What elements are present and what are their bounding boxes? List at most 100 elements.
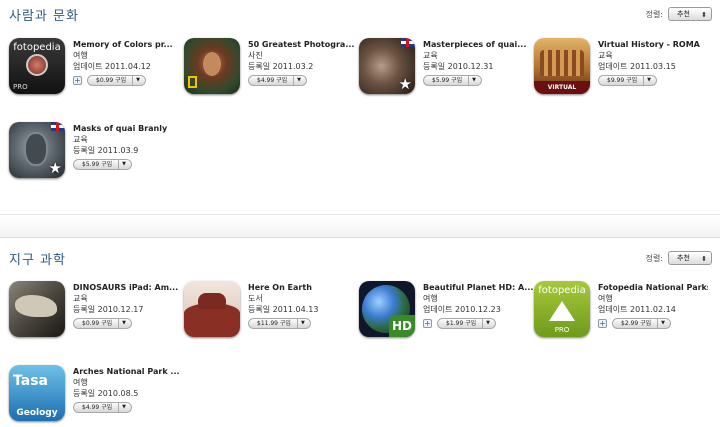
app-icon-mask[interactable]: ★	[9, 122, 65, 178]
app-icon-fotopedia-parks[interactable]: fotopedia PRO	[534, 281, 590, 337]
star-icon: ★	[48, 159, 62, 177]
app-icon-planet[interactable]: HD	[359, 281, 415, 337]
section-earth-science: 지구 과학 정렬: 추천 ⬍ DINOSAURS iPad: Am... 교육 …	[0, 244, 720, 427]
app-icon-fotopedia[interactable]: fotopedia PRO	[9, 38, 65, 94]
sort-value: 추천	[677, 254, 690, 262]
add-wishlist-icon[interactable]: +	[423, 318, 432, 328]
app-item[interactable]: 50 Greatest Photogra... 사진 등록일 2011.03.2…	[184, 38, 359, 108]
app-item[interactable]: fotopedia PRO Fotopedia National Parks 여…	[534, 281, 709, 351]
app-date: 업데이트 2010.12.23	[423, 305, 501, 314]
buy-dropdown-icon: ▼	[300, 319, 305, 326]
fotopedia-logo-text: fotopedia	[538, 285, 586, 296]
buy-button[interactable]: $9.99 구입 ▼	[598, 74, 657, 86]
app-info: Masterpieces of quai... 교육 등록일 2010.12.3…	[423, 39, 533, 86]
buy-button[interactable]: $11.99 구입 ▼	[248, 317, 311, 329]
app-item[interactable]: Here On Earth 도서 등록일 2011.04.13 $11.99 구…	[184, 281, 359, 351]
app-name[interactable]: DINOSAURS iPad: Am...	[73, 282, 183, 293]
app-category[interactable]: 교육	[598, 50, 708, 61]
face-icon	[203, 52, 221, 76]
app-name[interactable]: Beautiful Planet HD: A...	[423, 282, 533, 293]
buy-button[interactable]: $5.99 구입 ▼	[423, 74, 482, 86]
app-category[interactable]: 여행	[598, 293, 708, 304]
section-title: 지구 과학	[9, 253, 66, 268]
app-item[interactable]: ★ Masterpieces of quai... 교육 등록일 2010.12…	[359, 38, 534, 108]
app-item[interactable]: fotopedia PRO Memory of Colors pr... 여행 …	[9, 38, 184, 108]
app-info: Fotopedia National Parks 여행 업데이트 2011.02…	[598, 282, 708, 329]
app-name[interactable]: Virtual History - ROMA	[598, 39, 708, 50]
app-icon-sculpture[interactable]: ★	[359, 38, 415, 94]
app-name[interactable]: Memory of Colors pr...	[73, 39, 183, 50]
app-info: Memory of Colors pr... 여행 업데이트 2011.04.1…	[73, 39, 183, 86]
app-info: 50 Greatest Photogra... 사진 등록일 2011.03.2…	[248, 39, 358, 86]
buy-button[interactable]: $0.99 구입 ▼	[73, 317, 132, 329]
buy-dropdown-icon: ▼	[486, 319, 490, 326]
app-name[interactable]: Arches National Park ...	[73, 366, 183, 377]
app-category[interactable]: 여행	[73, 377, 183, 388]
buy-button[interactable]: $1.99 구입 ▼	[437, 317, 496, 329]
app-icon-colosseum[interactable]: VIRTUAL HISTORY	[534, 38, 590, 94]
buy-button[interactable]: $4.99 구입 ▼	[73, 401, 132, 413]
sort-label: 정렬:	[645, 253, 663, 263]
geology-label: Geology	[16, 408, 58, 418]
add-wishlist-icon[interactable]: +	[73, 75, 82, 85]
app-date: 등록일 2010.08.5	[73, 389, 139, 398]
app-icon-photo-portrait[interactable]	[184, 38, 240, 94]
app-category[interactable]: 도서	[248, 293, 358, 304]
app-item[interactable]: HD Beautiful Planet HD: A... 여행 업데이트 201…	[359, 281, 534, 351]
app-name[interactable]: Here On Earth	[248, 282, 358, 293]
app-name[interactable]: Masks of quai Branly	[73, 123, 183, 134]
figures-icon	[198, 293, 226, 309]
buy-dropdown-icon: ▼	[122, 403, 126, 410]
virtual-history-label: VIRTUAL HISTORY	[534, 81, 590, 94]
app-item[interactable]: DINOSAURS iPad: Am... 교육 등록일 2010.12.17 …	[9, 281, 184, 351]
app-category[interactable]: 여행	[73, 50, 183, 61]
app-date: 등록일 2010.12.17	[73, 305, 144, 314]
sort-control: 정렬: 추천 ⬍	[646, 7, 712, 21]
app-category[interactable]: 사진	[248, 50, 358, 61]
app-category[interactable]: 교육	[73, 134, 183, 145]
app-name[interactable]: 50 Greatest Photogra...	[248, 39, 358, 50]
app-name[interactable]: Masterpieces of quai...	[423, 39, 533, 50]
add-wishlist-icon[interactable]: +	[598, 318, 607, 328]
sort-dropdown[interactable]: 추천 ⬍	[668, 251, 712, 265]
mask-icon	[24, 132, 48, 166]
app-date: 등록일 2011.04.13	[248, 305, 319, 314]
buy-dropdown-icon: ▼	[472, 76, 476, 83]
section-people-culture: 사람과 문화 정렬: 추천 ⬍ fotopedia PRO Memory of …	[0, 0, 720, 214]
colosseum-icon	[540, 50, 584, 76]
sort-value: 추천	[677, 10, 690, 18]
app-category[interactable]: 여행	[423, 293, 533, 304]
app-info: Masks of quai Branly 교육 등록일 2011.03.9 $5…	[73, 123, 183, 170]
app-category[interactable]: 교육	[73, 293, 183, 304]
hd-badge: HD	[389, 315, 415, 337]
app-icon-dinosaur[interactable]	[9, 281, 65, 337]
sort-dropdown[interactable]: 추천 ⬍	[668, 7, 712, 21]
dropdown-arrow-icon: ⬍	[701, 255, 707, 263]
uk-flag-icon	[51, 122, 65, 131]
app-date: 업데이트 2011.04.12	[73, 62, 151, 71]
app-date: 등록일 2010.12.31	[423, 62, 494, 71]
section-title: 사람과 문화	[9, 9, 79, 24]
app-date: 등록일 2011.03.9	[73, 146, 139, 155]
app-icon-here-on-earth[interactable]	[184, 281, 240, 337]
app-date: 업데이트 2011.03.15	[598, 62, 676, 71]
fotopedia-logo-text: fotopedia	[13, 42, 61, 53]
app-icon-tasa-geology[interactable]: Tasa Geology	[9, 365, 65, 421]
buy-button[interactable]: $0.99 구입 ▼	[87, 74, 146, 86]
uk-flag-icon	[401, 38, 415, 47]
buy-button[interactable]: $2.99 구입 ▼	[612, 317, 671, 329]
mountain-icon	[549, 301, 575, 321]
dinosaur-skull-icon	[15, 295, 57, 317]
app-info: Virtual History - ROMA 교육 업데이트 2011.03.1…	[598, 39, 708, 86]
buy-button[interactable]: $5.99 구입 ▼	[73, 158, 132, 170]
app-item[interactable]: VIRTUAL HISTORY Virtual History - ROMA 교…	[534, 38, 709, 108]
buy-button[interactable]: $4.99 구입 ▼	[248, 74, 307, 86]
app-date: 등록일 2011.03.2	[248, 62, 314, 71]
natgeo-frame-icon	[188, 76, 197, 88]
app-category[interactable]: 교육	[423, 50, 533, 61]
app-item[interactable]: Tasa Geology Arches National Park ... 여행…	[9, 365, 184, 427]
app-item[interactable]: ★ Masks of quai Branly 교육 등록일 2011.03.9 …	[9, 122, 184, 192]
app-name[interactable]: Fotopedia National Parks	[598, 282, 708, 293]
app-date: 업데이트 2011.02.14	[598, 305, 676, 314]
sort-control: 정렬: 추천 ⬍	[646, 251, 712, 265]
